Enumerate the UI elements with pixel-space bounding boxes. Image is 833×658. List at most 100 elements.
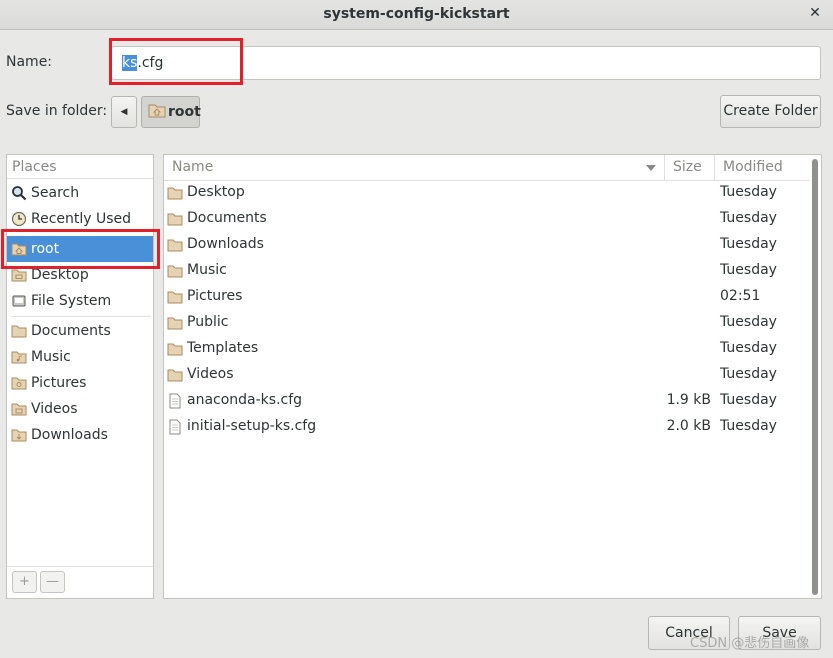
places-header: Places (7, 155, 153, 179)
remove-bookmark-button[interactable]: — (40, 571, 65, 593)
vertical-scrollbar[interactable] (812, 159, 818, 595)
places-sidebar: Places Search Recently Used root Desktop… (6, 154, 154, 599)
file-modified: Tuesday (720, 392, 777, 408)
column-header-size[interactable]: Size (665, 155, 715, 180)
folder-icon (11, 323, 27, 339)
file-modified: Tuesday (720, 314, 777, 330)
file-modified: Tuesday (720, 236, 777, 252)
place-label: Search (31, 185, 80, 201)
places-separator (11, 316, 151, 317)
home-folder-icon (11, 241, 27, 257)
path-root-button[interactable]: root (141, 96, 201, 128)
chevron-left-icon: ◀ (120, 107, 128, 117)
place-label: Recently Used (31, 211, 132, 227)
place-file-system[interactable]: File System (7, 288, 153, 314)
drive-icon (11, 293, 27, 309)
file-modified: Tuesday (720, 262, 777, 278)
places-footer: + — (7, 566, 153, 598)
folder-icon (167, 315, 183, 331)
file-name: Public (187, 314, 229, 330)
file-row[interactable]: Public Tuesday (164, 310, 809, 336)
file-row[interactable]: Pictures 02:51 (164, 284, 809, 310)
file-modified: Tuesday (720, 366, 777, 382)
close-icon[interactable]: ✕ (807, 5, 823, 21)
file-list: Name Size Modified Desktop Tuesday Docum… (163, 154, 822, 599)
place-label: Desktop (31, 267, 89, 283)
music-folder-icon (11, 349, 27, 365)
place-label: root (31, 241, 60, 257)
path-back-button[interactable]: ◀ (111, 96, 137, 128)
file-row[interactable]: Documents Tuesday (164, 206, 809, 232)
sort-down-icon (646, 165, 656, 171)
cancel-button[interactable]: Cancel (648, 616, 730, 650)
create-folder-button[interactable]: Create Folder (720, 95, 821, 128)
file-modified: Tuesday (720, 184, 777, 200)
place-label: Documents (31, 323, 111, 339)
file-name: Downloads (187, 236, 264, 252)
file-modified: Tuesday (720, 340, 777, 356)
file-row[interactable]: Templates Tuesday (164, 336, 809, 362)
text-file-icon (167, 393, 183, 409)
folder-icon (167, 237, 183, 253)
place-label: Pictures (31, 375, 87, 391)
videos-folder-icon (11, 401, 27, 417)
title-bar: system-config-kickstart ✕ (0, 0, 833, 30)
path-root-label: root (168, 104, 201, 120)
place-label: Music (31, 349, 71, 365)
file-row[interactable]: anaconda-ks.cfg 1.9 kB Tuesday (164, 388, 809, 414)
folder-icon (167, 185, 183, 201)
place-recently-used[interactable]: Recently Used (7, 206, 153, 232)
save-button[interactable]: Save (738, 616, 821, 650)
clock-icon (11, 211, 27, 227)
place-label: Videos (31, 401, 78, 417)
file-size: 1.9 kB (666, 392, 711, 408)
desktop-folder-icon (11, 267, 27, 283)
column-header-name[interactable]: Name (164, 155, 665, 180)
file-name: Templates (187, 340, 259, 356)
folder-icon (167, 289, 183, 305)
home-folder-icon (148, 102, 166, 122)
file-name: Videos (187, 366, 234, 382)
search-icon (11, 185, 27, 201)
filename-rest-text: .cfg (137, 55, 164, 71)
pictures-folder-icon (11, 375, 27, 391)
file-row[interactable]: Videos Tuesday (164, 362, 809, 388)
file-row[interactable]: Downloads Tuesday (164, 232, 809, 258)
text-file-icon (167, 419, 183, 435)
place-root[interactable]: root (7, 236, 153, 262)
place-label: Downloads (31, 427, 108, 443)
place-music[interactable]: Music (7, 344, 153, 370)
folder-icon (167, 341, 183, 357)
file-name: anaconda-ks.cfg (187, 392, 303, 408)
file-name: initial-setup-ks.cfg (187, 418, 317, 434)
window-title: system-config-kickstart (323, 6, 510, 22)
file-modified: Tuesday (720, 418, 777, 434)
column-header-modified[interactable]: Modified (715, 155, 809, 180)
file-name: Pictures (187, 288, 243, 304)
place-pictures[interactable]: Pictures (7, 370, 153, 396)
folder-icon (167, 211, 183, 227)
file-modified: 02:51 (720, 288, 761, 304)
file-row[interactable]: Desktop Tuesday (164, 180, 809, 206)
filename-selected-text: ks (122, 55, 138, 71)
file-list-header: Name Size Modified (164, 155, 809, 181)
folder-icon (167, 263, 183, 279)
place-label: File System (31, 293, 112, 309)
place-desktop[interactable]: Desktop (7, 262, 153, 288)
place-downloads[interactable]: Downloads (7, 422, 153, 448)
place-search[interactable]: Search (7, 180, 153, 206)
file-name: Music (187, 262, 227, 278)
file-modified: Tuesday (720, 210, 777, 226)
file-size: 2.0 kB (666, 418, 711, 434)
file-row[interactable]: Music Tuesday (164, 258, 809, 284)
file-row[interactable]: initial-setup-ks.cfg 2.0 kB Tuesday (164, 414, 809, 440)
add-bookmark-button[interactable]: + (12, 571, 37, 593)
downloads-folder-icon (11, 427, 27, 443)
name-label: Name: (6, 54, 53, 70)
file-name: Documents (187, 210, 267, 226)
filename-input[interactable]: ks.cfg (111, 46, 821, 80)
file-name: Desktop (187, 184, 245, 200)
save-in-folder-label: Save in folder: (6, 103, 108, 119)
place-videos[interactable]: Videos (7, 396, 153, 422)
place-documents[interactable]: Documents (7, 318, 153, 344)
